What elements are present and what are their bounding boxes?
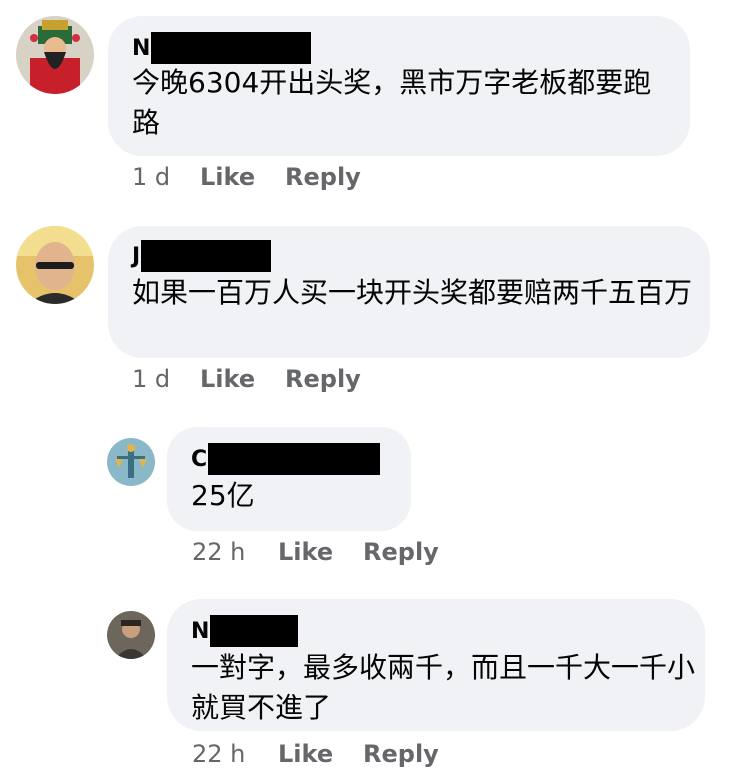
comment-actions: 1 d Like Reply xyxy=(132,365,361,393)
redaction-bar xyxy=(208,443,381,475)
man-portrait-avatar[interactable] xyxy=(16,226,94,304)
reply-button[interactable]: Reply xyxy=(285,163,361,191)
comment-text: 一對字，最多收兩千，而且一千大一千小就買不進了 xyxy=(191,651,696,724)
author-initial: N xyxy=(191,618,210,644)
comment-actions: 22 h Like Reply xyxy=(192,538,439,566)
god-of-fortune-avatar[interactable] xyxy=(16,16,94,94)
author-name[interactable]: J xyxy=(132,240,272,272)
comment-bubble: N 一對字，最多收兩千，而且一千大一千小就買不進了 xyxy=(167,599,705,731)
comment-bubble: N 今晚6304开出头奖，黑市万字老板都要跑路 xyxy=(108,16,690,156)
author-name[interactable]: N xyxy=(191,615,299,647)
reply-button[interactable]: Reply xyxy=(363,740,439,768)
comment-text: 25亿 xyxy=(191,479,255,512)
like-button[interactable]: Like xyxy=(278,740,363,768)
comment-actions: 22 h Like Reply xyxy=(192,740,439,768)
person-avatar[interactable] xyxy=(107,611,155,659)
timestamp[interactable]: 22 h xyxy=(192,740,278,768)
like-button[interactable]: Like xyxy=(200,365,285,393)
timestamp[interactable]: 1 d xyxy=(132,365,200,393)
author-initial: N xyxy=(132,35,151,61)
redaction-bar xyxy=(210,615,299,647)
reply-button[interactable]: Reply xyxy=(285,365,361,393)
author-initial: C xyxy=(191,446,208,472)
author-initial: J xyxy=(132,243,141,269)
comment-text: 今晚6304开出头奖，黑市万字老板都要跑路 xyxy=(132,66,652,139)
author-name[interactable]: N xyxy=(132,32,312,64)
statue-avatar[interactable] xyxy=(107,438,155,486)
redaction-bar xyxy=(141,240,272,272)
like-button[interactable]: Like xyxy=(200,163,285,191)
like-button[interactable]: Like xyxy=(278,538,363,566)
redaction-bar xyxy=(151,32,312,64)
timestamp[interactable]: 22 h xyxy=(192,538,278,566)
timestamp[interactable]: 1 d xyxy=(132,163,200,191)
comment-bubble: C 25亿 xyxy=(167,427,411,531)
author-name[interactable]: C xyxy=(191,443,381,475)
comment-text: 如果一百万人买一块开头奖都要赔两千五百万 xyxy=(132,276,693,309)
comment-bubble: J 如果一百万人买一块开头奖都要赔两千五百万 xyxy=(108,226,710,358)
reply-button[interactable]: Reply xyxy=(363,538,439,566)
comment-actions: 1 d Like Reply xyxy=(132,163,361,191)
